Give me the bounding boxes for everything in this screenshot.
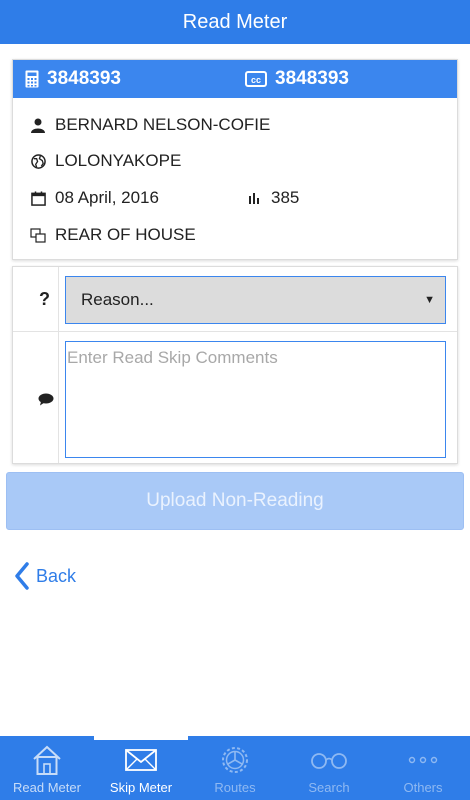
customer-name: BERNARD NELSON-COFIE (55, 115, 271, 134)
tab-label: Read Meter (13, 780, 81, 795)
meter-number: 3848393 (47, 68, 121, 89)
cc-badge-icon: cc (245, 71, 267, 87)
dropdown-caret-icon: ▼ (424, 294, 435, 306)
cc-number-field: cc 3848393 (245, 68, 457, 90)
cc-number: 3848393 (275, 68, 349, 89)
tab-read-meter[interactable]: Read Meter (0, 736, 94, 800)
reason-select[interactable]: Reason... ▼ (65, 276, 446, 324)
tab-label: Search (308, 780, 350, 795)
comment-icon (38, 393, 54, 411)
upload-non-reading-button[interactable]: Upload Non-Reading (6, 472, 464, 530)
meter-position-row: REAR OF HOUSE (29, 225, 196, 245)
reading-row: 385 (245, 188, 299, 208)
bar-chart-icon (245, 189, 263, 207)
meter-info-card: 3848393 cc 3848393 BERNARD NELSON-COFIE … (12, 59, 458, 260)
calendar-icon (29, 189, 47, 207)
house-icon (31, 743, 63, 777)
form-column-divider (58, 267, 59, 463)
tab-label: Routes (214, 780, 256, 795)
location-name: LOLONYAKOPE (55, 151, 182, 170)
tab-others[interactable]: Others (376, 736, 470, 800)
location-row: LOLONYAKOPE (29, 151, 181, 171)
meter-card-header: 3848393 cc 3848393 (13, 60, 457, 98)
tab-label: Others (403, 780, 443, 795)
reading-date: 08 April, 2016 (55, 188, 159, 207)
globe-icon (29, 152, 47, 170)
date-row: 08 April, 2016 (29, 188, 159, 208)
skip-comments-input[interactable] (65, 341, 446, 458)
form-row-divider (13, 331, 457, 332)
user-icon (29, 116, 47, 134)
ellipsis-icon (408, 743, 438, 777)
tab-routes[interactable]: Routes (188, 736, 282, 800)
glasses-icon (310, 743, 348, 777)
chevron-left-icon (14, 562, 30, 590)
envelope-icon (125, 743, 157, 777)
meter-reading: 385 (271, 188, 300, 207)
skip-form-card: ? Reason... ▼ (12, 266, 458, 464)
tab-skip-meter[interactable]: Skip Meter (94, 736, 188, 800)
app-header: Read Meter (0, 0, 470, 44)
back-label: Back (36, 565, 77, 586)
customer-name-row: BERNARD NELSON-COFIE (29, 115, 270, 135)
reason-selected-value: Reason... (81, 290, 154, 309)
meter-number-field: 3848393 (13, 68, 237, 90)
calculator-icon (25, 70, 39, 88)
position-icon (29, 226, 47, 244)
tab-label: Skip Meter (109, 780, 173, 795)
tab-search[interactable]: Search (282, 736, 376, 800)
svg-text:cc: cc (251, 75, 261, 85)
back-link[interactable]: Back (14, 562, 76, 590)
page-title: Read Meter (182, 10, 288, 33)
question-icon: ? (39, 289, 50, 309)
gear-icon (219, 743, 251, 777)
bottom-tab-bar: Read Meter Skip Meter Routes Search Othe… (0, 736, 470, 800)
meter-position: REAR OF HOUSE (55, 225, 196, 244)
